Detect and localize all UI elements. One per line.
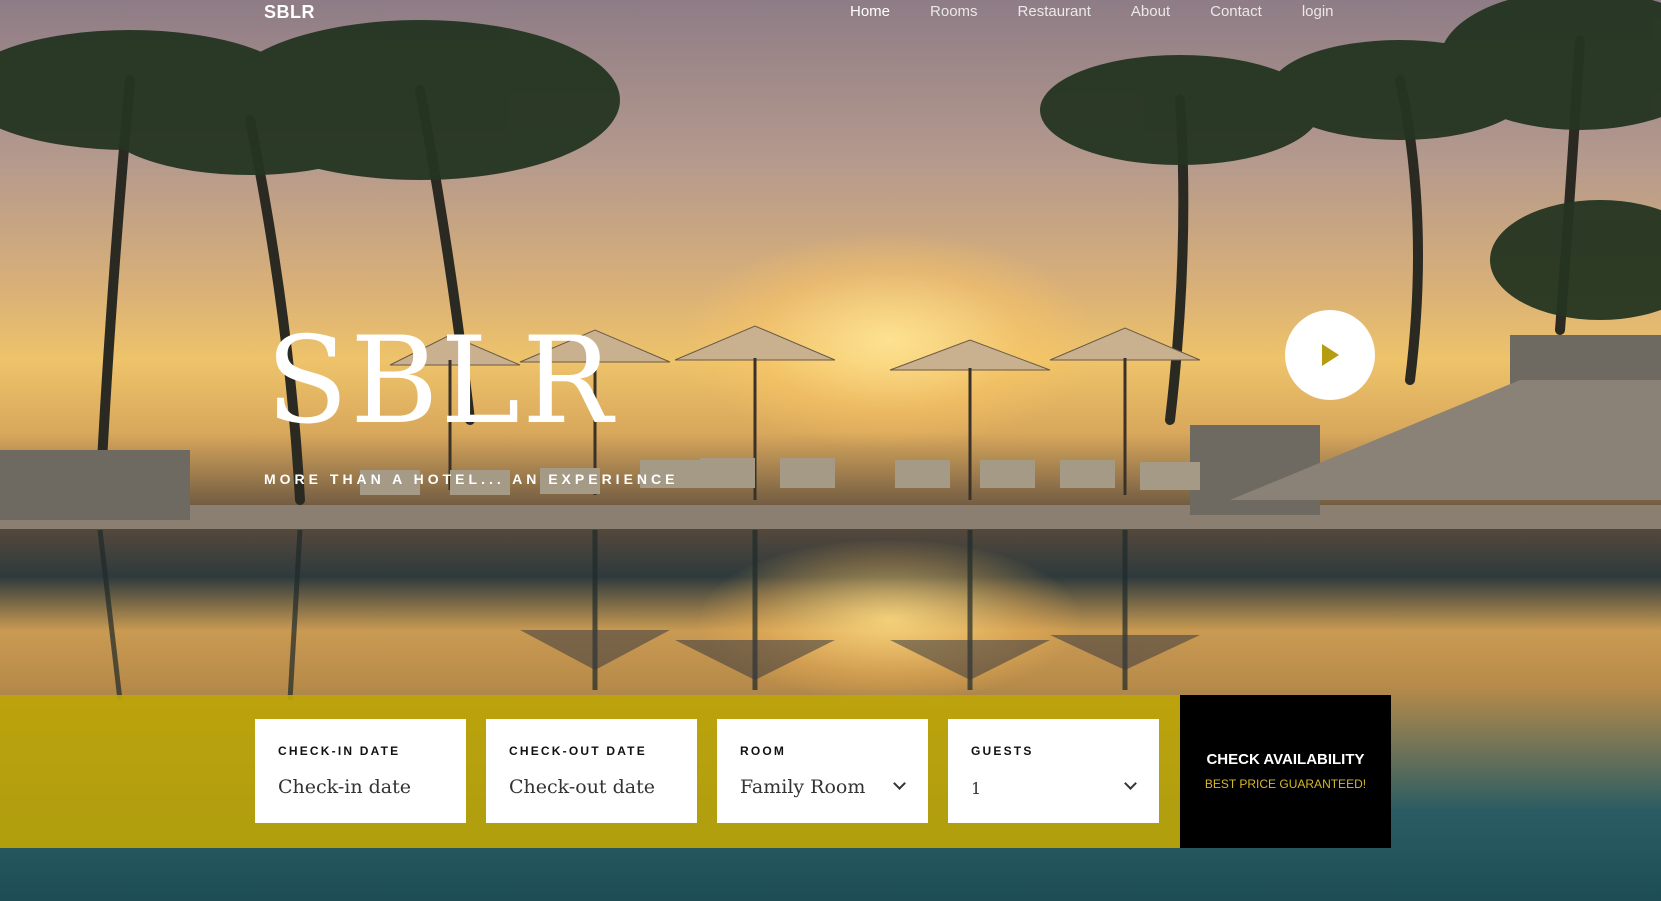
checkout-input[interactable]: Check-out date [509, 776, 655, 798]
checkin-date-field[interactable]: CHECK-IN DATE Check-in date [255, 719, 466, 823]
room-select[interactable]: Family Room [740, 776, 865, 798]
nav-item-about[interactable]: About [1131, 3, 1170, 20]
check-availability-button[interactable]: CHECK AVAILABILITY BEST PRICE GUARANTEED… [1180, 695, 1391, 848]
chevron-down-icon [1124, 777, 1137, 790]
room-label: ROOM [740, 744, 787, 758]
play-icon [1322, 344, 1339, 366]
nav-item-login[interactable]: login [1302, 3, 1334, 20]
nav-menu: Home Rooms Restaurant About Contact logi… [850, 3, 1374, 20]
cta-title: CHECK AVAILABILITY [1206, 751, 1365, 768]
chevron-down-icon [893, 777, 906, 790]
play-video-button[interactable] [1285, 310, 1375, 400]
guests-label: GUESTS [971, 744, 1034, 758]
nav-item-contact[interactable]: Contact [1210, 3, 1262, 20]
checkout-date-field[interactable]: CHECK-OUT DATE Check-out date [486, 719, 697, 823]
checkin-label: CHECK-IN DATE [278, 744, 401, 758]
guests-select-field[interactable]: GUESTS 1 [948, 719, 1159, 823]
top-navigation: SBLR Home Rooms Restaurant About Contact… [0, 0, 1661, 26]
checkout-label: CHECK-OUT DATE [509, 744, 647, 758]
checkin-input[interactable]: Check-in date [278, 776, 411, 798]
nav-item-restaurant[interactable]: Restaurant [1018, 3, 1091, 20]
nav-item-rooms[interactable]: Rooms [930, 3, 978, 20]
brand-logo[interactable]: SBLR [264, 2, 315, 23]
hero-title: SBLR [266, 312, 615, 451]
guests-select[interactable]: 1 [971, 779, 981, 798]
room-select-field[interactable]: ROOM Family Room [717, 719, 928, 823]
cta-subtitle: BEST PRICE GUARANTEED! [1204, 777, 1367, 791]
hero-tagline: MORE THAN A HOTEL... AN EXPERIENCE [264, 471, 679, 487]
nav-item-home[interactable]: Home [850, 3, 890, 20]
